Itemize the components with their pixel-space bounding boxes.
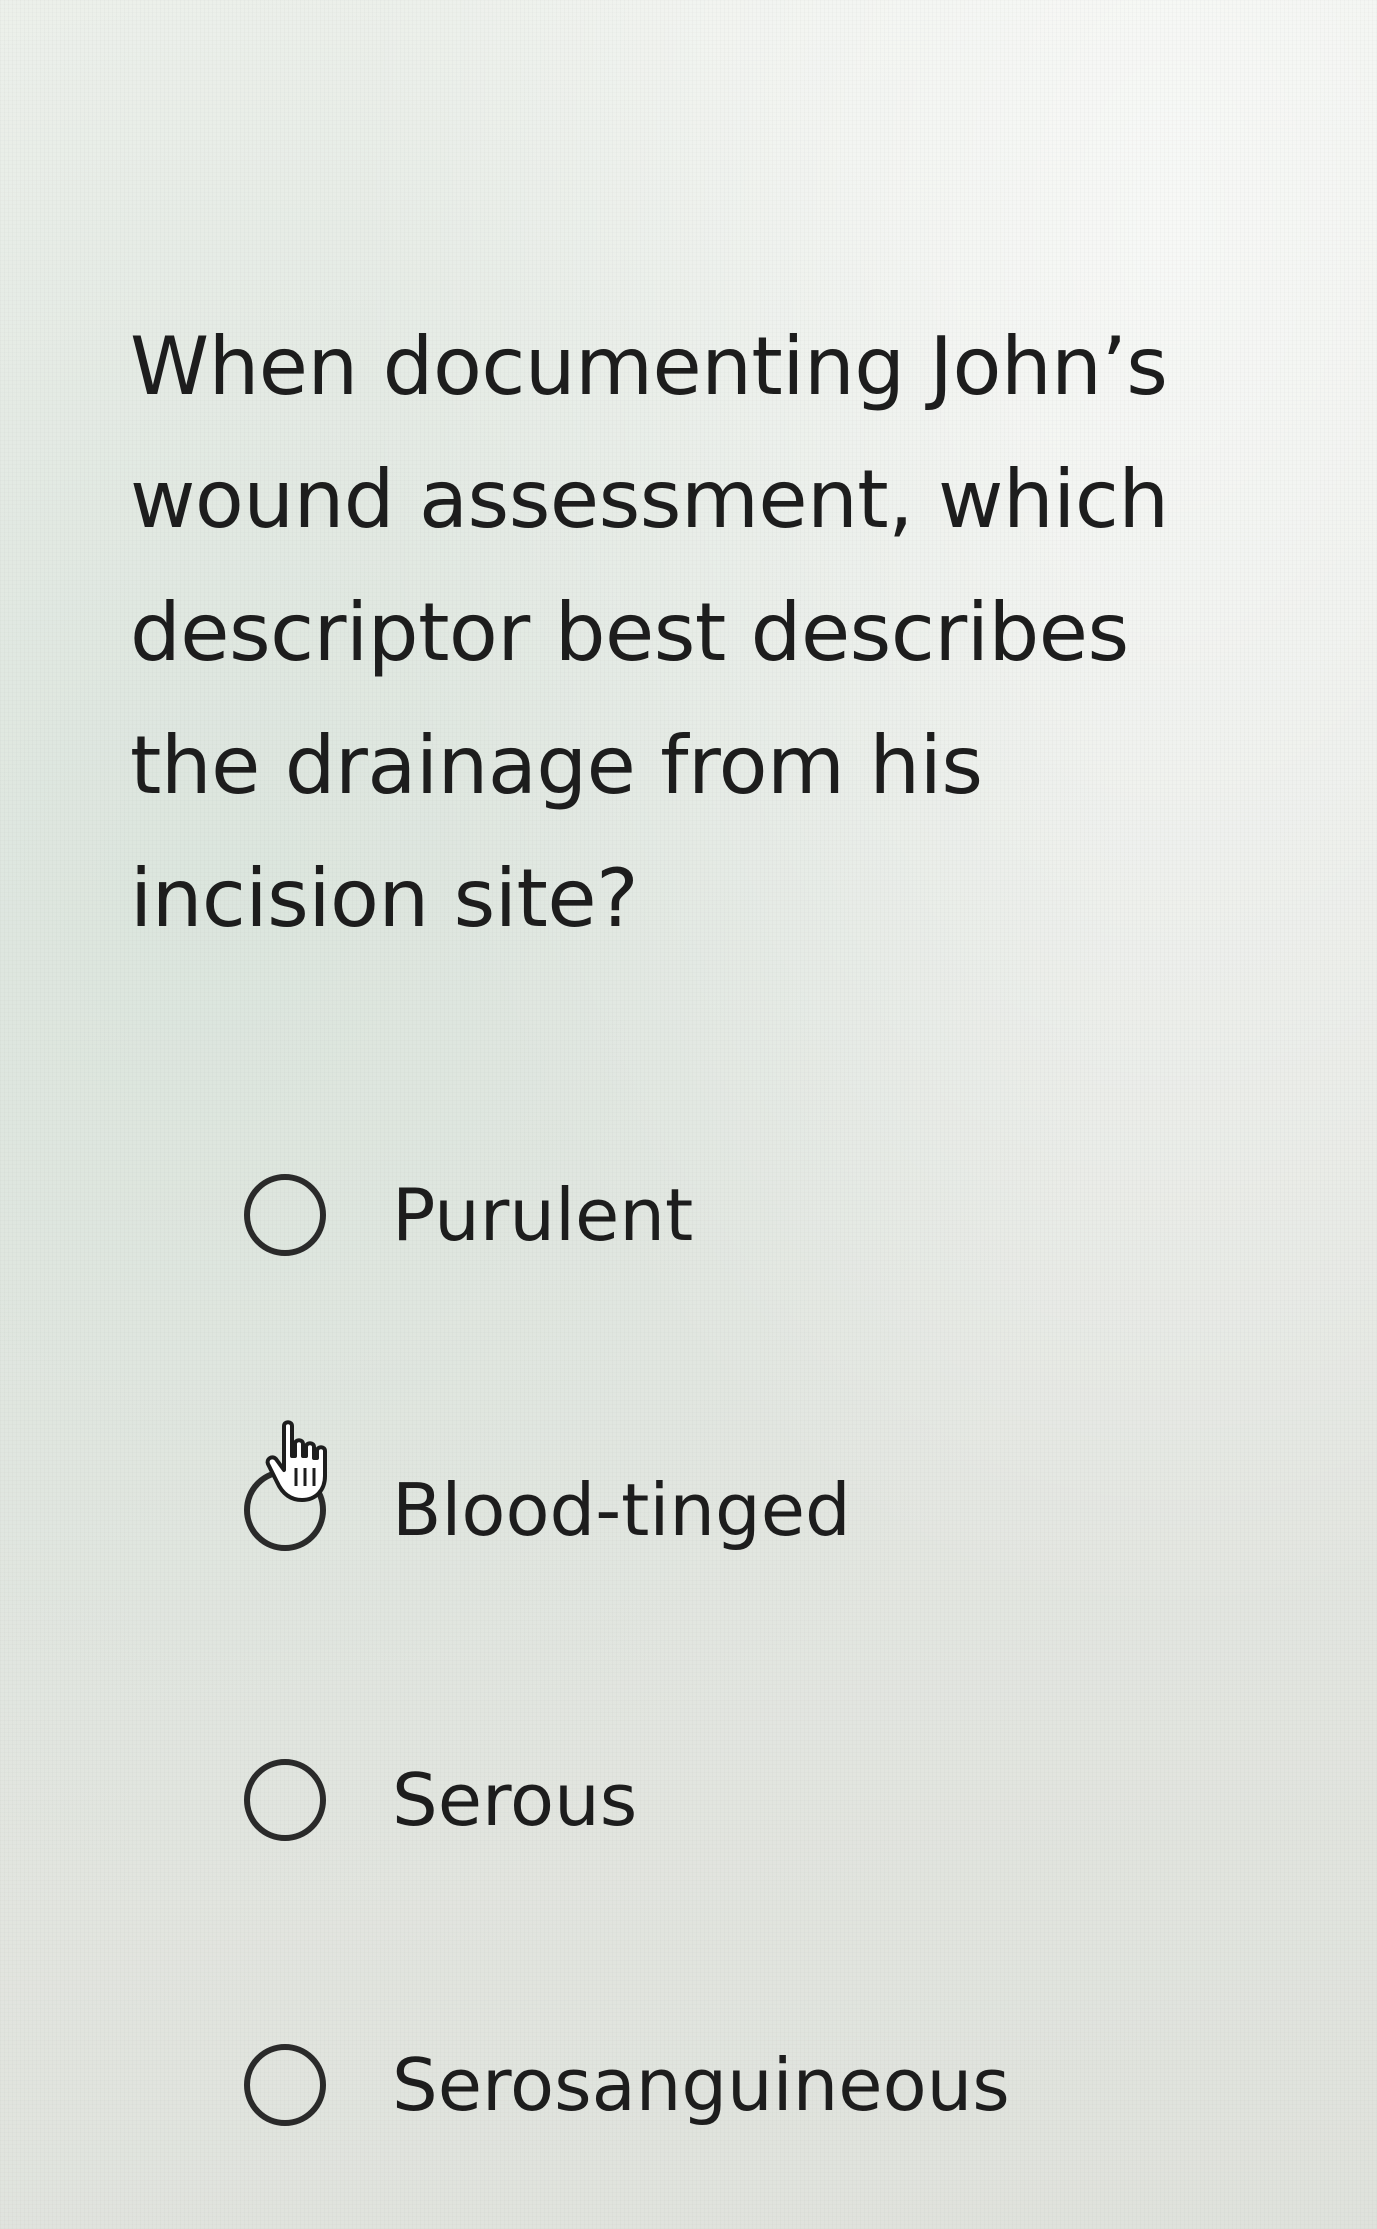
option-label-serous: Serous xyxy=(392,1758,638,1842)
option-serosanguineous[interactable]: Serosanguineous xyxy=(244,2030,1010,2140)
radio-button-serous[interactable] xyxy=(244,1759,326,1841)
answer-options: Purulent Blood-tinged Serous Serosanguin… xyxy=(0,0,1377,2229)
option-label-serosanguineous: Serosanguineous xyxy=(392,2043,1010,2127)
option-serous[interactable]: Serous xyxy=(244,1745,637,1855)
hand-pointer-icon xyxy=(265,1420,327,1502)
radio-button-serosanguineous[interactable] xyxy=(244,2044,326,2126)
question-card: When documenting John’s wound assessment… xyxy=(0,0,1377,2229)
option-label-blood-tinged: Blood-tinged xyxy=(392,1468,851,1552)
option-label-purulent: Purulent xyxy=(392,1173,694,1257)
option-purulent[interactable]: Purulent xyxy=(244,1160,693,1270)
radio-button-purulent[interactable] xyxy=(244,1174,326,1256)
